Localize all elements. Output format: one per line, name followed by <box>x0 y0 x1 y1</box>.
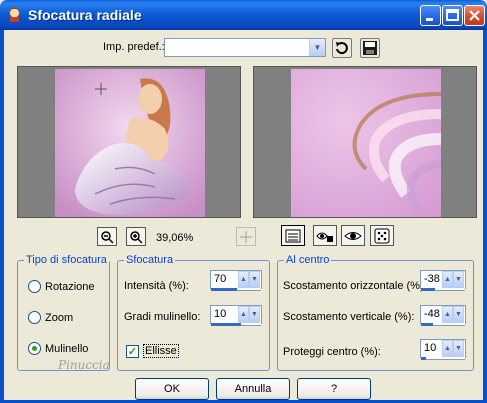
radio-circle[interactable] <box>28 280 41 293</box>
window-border-right <box>483 30 487 403</box>
result-preview <box>253 66 477 218</box>
zoom-out-button[interactable] <box>97 227 117 246</box>
h-offset-slider-fill <box>421 288 435 291</box>
zoom-in-icon <box>130 230 143 244</box>
original-preview[interactable] <box>17 66 241 218</box>
pan-button[interactable] <box>236 227 256 246</box>
radio-label: Rotazione <box>45 280 95 293</box>
intensity-value: 70 <box>214 273 227 285</box>
chevron-down-icon[interactable]: ▼ <box>453 340 464 357</box>
preset-combo[interactable]: ▼ <box>164 38 326 57</box>
save-preset-button[interactable] <box>360 38 380 58</box>
chevron-up-icon[interactable]: ▲ <box>442 340 453 357</box>
dice-icon <box>374 228 390 243</box>
chevron-down-icon[interactable]: ▼ <box>249 306 260 323</box>
ok-label: OK <box>164 383 180 395</box>
maximize-button[interactable] <box>442 5 463 26</box>
window-title: Sfocatura radiale <box>28 7 142 23</box>
radio-circle-selected[interactable] <box>28 342 41 355</box>
preset-label: Imp. predef.: <box>103 41 165 53</box>
window-border-left <box>0 30 4 403</box>
chevron-up-icon[interactable]: ▲ <box>442 271 453 288</box>
blur-type-legend: Tipo di sfocatura <box>24 254 109 266</box>
zoom-level: 39,06% <box>156 232 194 244</box>
cancel-label: Annulla <box>234 383 272 395</box>
floppy-disk-icon <box>363 41 377 55</box>
chevron-up-icon[interactable]: ▲ <box>442 306 453 323</box>
h-offset-spinner[interactable]: -38 ▲ ▼ <box>420 270 466 291</box>
blur-legend: Sfocatura <box>124 254 176 266</box>
lock-preview-button[interactable] <box>313 225 337 246</box>
radio-mulinello[interactable]: Mulinello <box>28 342 88 355</box>
chevron-down-icon[interactable]: ▼ <box>453 271 464 288</box>
twirl-slider-fill <box>211 323 241 326</box>
chevron-down-icon[interactable]: ▼ <box>249 271 260 288</box>
eye-icon <box>344 231 362 240</box>
protect-center-label: Proteggi centro (%): <box>283 346 381 358</box>
radio-circle[interactable] <box>28 311 41 324</box>
ok-button[interactable]: OK <box>135 378 209 400</box>
protect-center-slider-track[interactable] <box>421 357 465 360</box>
minimize-button[interactable] <box>420 5 441 26</box>
chevron-down-icon[interactable]: ▼ <box>453 306 464 323</box>
maximize-icon <box>446 9 459 21</box>
eye-lock-icon <box>316 232 333 242</box>
cancel-button[interactable]: Annulla <box>216 378 290 400</box>
zoom-out-icon <box>101 230 114 244</box>
protect-center-slider-fill <box>421 357 426 360</box>
close-button[interactable] <box>464 5 485 26</box>
result-image-thumbnail <box>291 69 441 217</box>
center-legend: Al centro <box>284 254 332 266</box>
h-offset-label: Scostamento orizzontale (%): <box>283 280 427 292</box>
intensity-label: Intensità (%): <box>124 280 189 292</box>
zoom-in-button[interactable] <box>126 227 146 246</box>
v-offset-slider-fill <box>421 323 433 326</box>
move-icon <box>240 230 252 243</box>
radio-zoom[interactable]: Zoom <box>28 311 73 324</box>
radio-rotazione[interactable]: Rotazione <box>28 280 95 293</box>
auto-proof-button[interactable] <box>341 225 365 246</box>
radio-label: Mulinello <box>45 342 89 355</box>
help-label: ? <box>330 383 338 395</box>
reset-arrow-icon <box>336 42 348 55</box>
chevron-up-icon[interactable]: ▲ <box>238 271 249 288</box>
app-icon <box>9 7 20 22</box>
chevron-up-icon[interactable]: ▲ <box>238 306 249 323</box>
protect-center-spinner[interactable]: 10 ▲ ▼ <box>420 339 466 360</box>
panel-icon <box>285 229 301 242</box>
radio-label: Zoom <box>45 311 74 324</box>
ellipse-checkbox[interactable]: ✓ Ellisse <box>126 344 179 358</box>
checkmark-icon[interactable]: ✓ <box>126 344 139 358</box>
title-bar[interactable]: Sfocatura radiale <box>0 0 487 30</box>
twirl-label: Gradi mulinello: <box>124 311 201 323</box>
v-offset-spinner[interactable]: -48 ▲ ▼ <box>420 305 466 326</box>
twirl-spinner[interactable]: 10 ▲ ▼ <box>210 305 262 326</box>
minimize-icon <box>426 18 433 21</box>
ellipse-label: Ellisse <box>143 344 179 358</box>
original-image-thumbnail <box>55 69 205 217</box>
h-offset-value: -38 <box>424 273 440 285</box>
close-icon <box>469 10 480 21</box>
help-button[interactable]: ? <box>297 378 371 400</box>
twirl-value: 10 <box>214 308 227 320</box>
v-offset-value: -48 <box>424 308 440 320</box>
chevron-down-icon[interactable]: ▼ <box>309 39 325 56</box>
protect-center-value: 10 <box>424 342 437 354</box>
v-offset-label: Scostamento verticale (%): <box>283 311 415 323</box>
preview-toggle-button[interactable] <box>281 225 305 246</box>
intensity-spinner[interactable]: 70 ▲ ▼ <box>210 270 262 291</box>
intensity-slider-fill <box>211 288 237 291</box>
randomize-button[interactable] <box>370 225 394 246</box>
reset-preset-button[interactable] <box>332 38 352 58</box>
watermark: Pinuccia <box>58 358 110 372</box>
